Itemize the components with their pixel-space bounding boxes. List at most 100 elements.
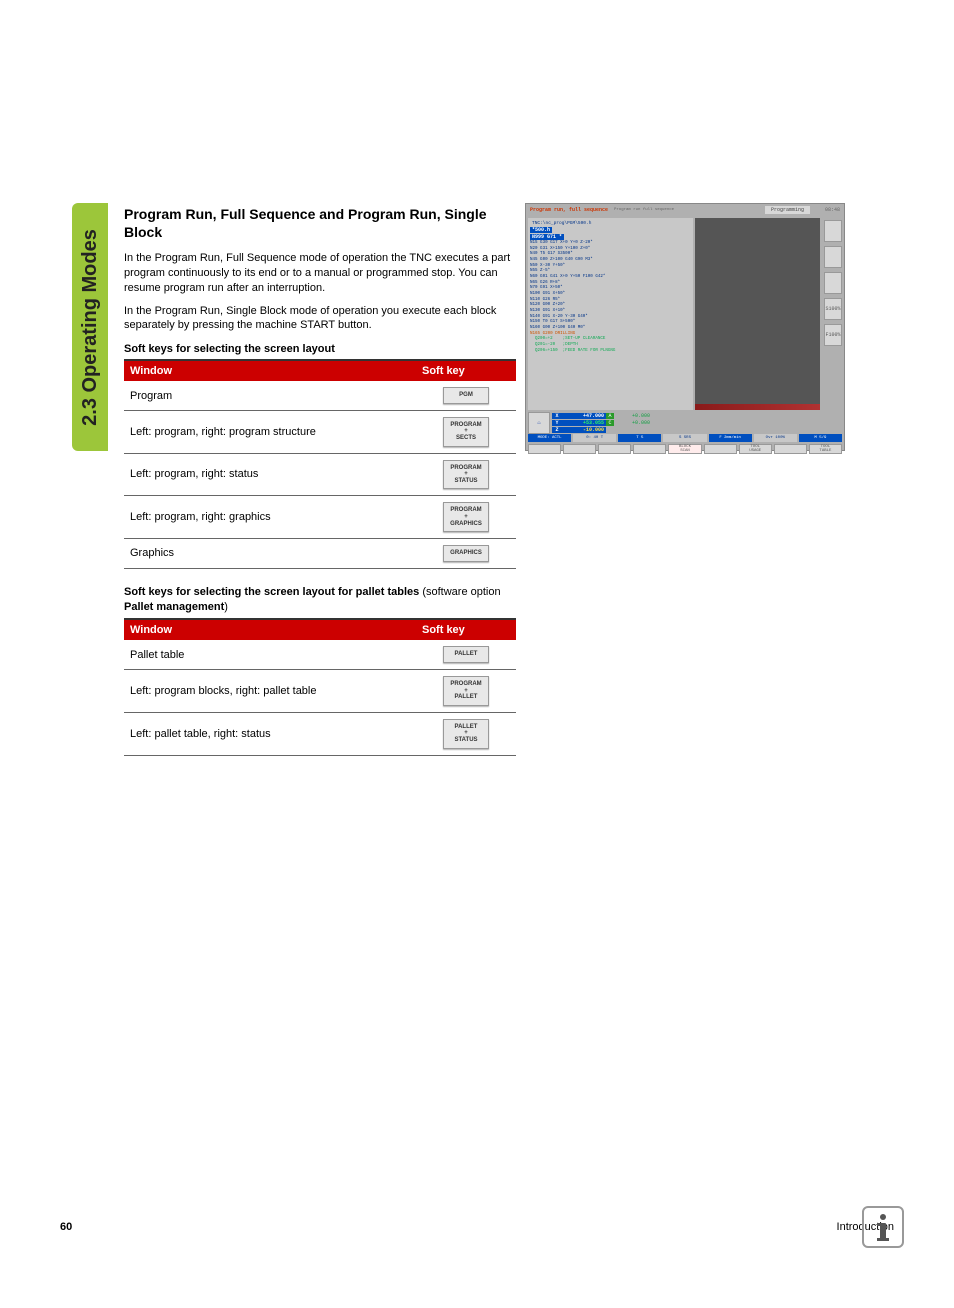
softkey-cell: PROGRAM+PALLET	[416, 670, 516, 713]
table-row: Left: program, right: graphics PROGRAM+GR…	[124, 496, 516, 539]
section-tab-label: 2.3 Operating Modes	[79, 229, 102, 426]
table2-caption: Soft keys for selecting the screen layou…	[124, 585, 516, 615]
softkey-button[interactable]: PALLET	[443, 646, 489, 663]
table2-caption-bold-c: Pallet management	[124, 601, 224, 613]
program-listing-panel: TNC:\nc_prog\PGM\500.h *500.h N999 G71 *…	[528, 218, 693, 410]
softkey-cell: PALLET+STATUS	[416, 712, 516, 755]
right-icon-column: S100% F100%	[822, 216, 844, 412]
shot-title-sub: Program run full sequence	[614, 208, 674, 212]
window-cell: Left: pallet table, right: status	[124, 712, 416, 755]
program-path: TNC:\nc_prog\PGM\500.h	[530, 220, 691, 227]
graphics-bottom-bar	[695, 404, 820, 410]
table-row: Left: program, right: statusPROGRAM+STAT…	[124, 453, 516, 496]
cnc-screenshot: Program run, full sequence Program run f…	[525, 203, 845, 451]
t1-h-softkey: Soft key	[416, 360, 516, 381]
info-icon	[862, 1206, 904, 1248]
coord-y: Y +53.055 C +0.000	[552, 419, 842, 426]
coord-x-extra: +0.000	[632, 413, 650, 419]
status-cell: Ovr 100%	[754, 434, 797, 442]
table-row: Graphics GRAPHICS	[124, 539, 516, 569]
softkey-cell: PROGRAM+GRAPHICS	[416, 496, 516, 539]
window-cell: Left: program, right: graphics	[124, 496, 416, 539]
softkey-cell: PROGRAM+SECTS	[416, 410, 516, 453]
table-row: Left: program, right: program structure P…	[124, 410, 516, 453]
softkey-button[interactable]: PROGRAM+STATUS	[443, 460, 489, 490]
table-row: Program PGM	[124, 381, 516, 410]
section-tab: 2.3 Operating Modes	[72, 203, 108, 451]
table-row: Pallet table PALLET	[124, 640, 516, 669]
coordinate-row: ⌂ X +47.000 A +0.000 Y +53.055 C +0.000 …	[526, 412, 844, 434]
bottom-softkey[interactable]: BLOCKSCAN	[668, 444, 701, 454]
softkey-button[interactable]: PALLET+STATUS	[443, 719, 489, 749]
window-cell: Program	[124, 381, 416, 410]
softkey-button[interactable]: PROGRAM+GRAPHICS	[443, 502, 489, 532]
status-cell: F 2mm/min	[709, 434, 752, 442]
bottom-softkey-row: BLOCKSCAN TOOLUSAGE TOOLTABLE	[526, 442, 844, 456]
table2-caption-end: )	[224, 601, 228, 613]
status-cell: T 5	[618, 434, 661, 442]
status-cell: MODE: ACTL	[528, 434, 571, 442]
coord-z-val: -10.000	[562, 427, 606, 433]
side-mode-icon[interactable]	[824, 272, 842, 294]
bottom-softkey[interactable]: TOOLTABLE	[809, 444, 842, 454]
coord-z-axis: Z	[552, 427, 562, 433]
softkey-table-2: Window Soft key Pallet table PALLET Left: …	[124, 618, 516, 755]
shot-title-main: Program run, full sequence	[530, 207, 608, 213]
status-row: MODE: ACTL0: 40 TT 5S SRSF 2mm/minOvr 10…	[526, 434, 844, 442]
softkey-cell: PGM	[416, 381, 516, 410]
page-heading: Program Run, Full Sequence and Program R…	[124, 206, 516, 241]
graphics-preview-panel	[695, 218, 820, 410]
window-cell: Left: program, right: program structure	[124, 410, 416, 453]
t2-h-softkey: Soft key	[416, 619, 516, 640]
softkey-table-1: Window Soft key ProgramPGMLeft: program,…	[124, 359, 516, 569]
coord-y-extra: +0.000	[632, 420, 650, 426]
coord-y-sfx: C	[606, 420, 614, 426]
bottom-softkey[interactable]	[774, 444, 807, 454]
status-cell: S SRS	[663, 434, 706, 442]
coord-x-sfx: A	[606, 413, 614, 419]
bottom-softkey[interactable]	[633, 444, 666, 454]
softkey-button[interactable]: PROGRAM+PALLET	[443, 676, 489, 706]
table2-caption-mid: (software option	[419, 586, 500, 598]
window-cell: Graphics	[124, 539, 416, 569]
shot-title-right: Programming	[765, 206, 810, 214]
coord-x: X +47.000 A +0.000	[552, 412, 842, 419]
status-cell: 0: 40 T	[573, 434, 616, 442]
status-cell: M 5/9	[799, 434, 842, 442]
bottom-softkey[interactable]	[563, 444, 596, 454]
softkey-cell: GRAPHICS	[416, 539, 516, 569]
softkey-cell: PROGRAM+STATUS	[416, 453, 516, 496]
t2-h-window: Window	[124, 619, 416, 640]
window-cell: Left: program blocks, right: pallet tabl…	[124, 670, 416, 713]
side-mode-icon[interactable]	[824, 246, 842, 268]
program-q-line: Q206=+150 ;FEED RATE FOR PLNGNG	[530, 349, 691, 355]
page-number: 60	[60, 1221, 72, 1233]
coord-y-axis: Y	[552, 420, 562, 426]
window-cell: Pallet table	[124, 640, 416, 669]
page-footer: 60 Introduction	[60, 1221, 894, 1233]
program-hl-2: N999 G71 *	[530, 234, 564, 240]
paragraph-1: In the Program Run, Full Sequence mode o…	[124, 251, 516, 296]
program-hl-1: *500.h	[530, 227, 552, 233]
bottom-softkey[interactable]	[598, 444, 631, 454]
bottom-softkey[interactable]	[528, 444, 561, 454]
main-content: Program Run, Full Sequence and Program R…	[124, 206, 516, 770]
side-mode-icon[interactable]	[824, 220, 842, 242]
softkey-button[interactable]: GRAPHICS	[443, 545, 489, 562]
side-mode-icon[interactable]: S100%	[824, 298, 842, 320]
table-row: Left: program blocks, right: pallet tabl…	[124, 670, 516, 713]
softkey-button[interactable]: PROGRAM+SECTS	[443, 417, 489, 447]
table1-caption: Soft keys for selecting the screen layou…	[124, 343, 516, 355]
bottom-softkey[interactable]: TOOLUSAGE	[739, 444, 772, 454]
shot-clock: 08:48	[816, 207, 840, 213]
coord-x-val: +47.000	[562, 413, 606, 419]
softkey-cell: PALLET	[416, 640, 516, 669]
coord-left-icon: ⌂	[528, 412, 550, 434]
side-mode-icon[interactable]: F100%	[824, 324, 842, 346]
table2-caption-bold-a: Soft keys for selecting the screen layou…	[124, 586, 419, 598]
paragraph-2: In the Program Run, Single Block mode of…	[124, 304, 516, 334]
coord-x-axis: X	[552, 413, 562, 419]
bottom-softkey[interactable]	[704, 444, 737, 454]
coord-y-val: +53.055	[562, 420, 606, 426]
softkey-button[interactable]: PGM	[443, 387, 489, 404]
